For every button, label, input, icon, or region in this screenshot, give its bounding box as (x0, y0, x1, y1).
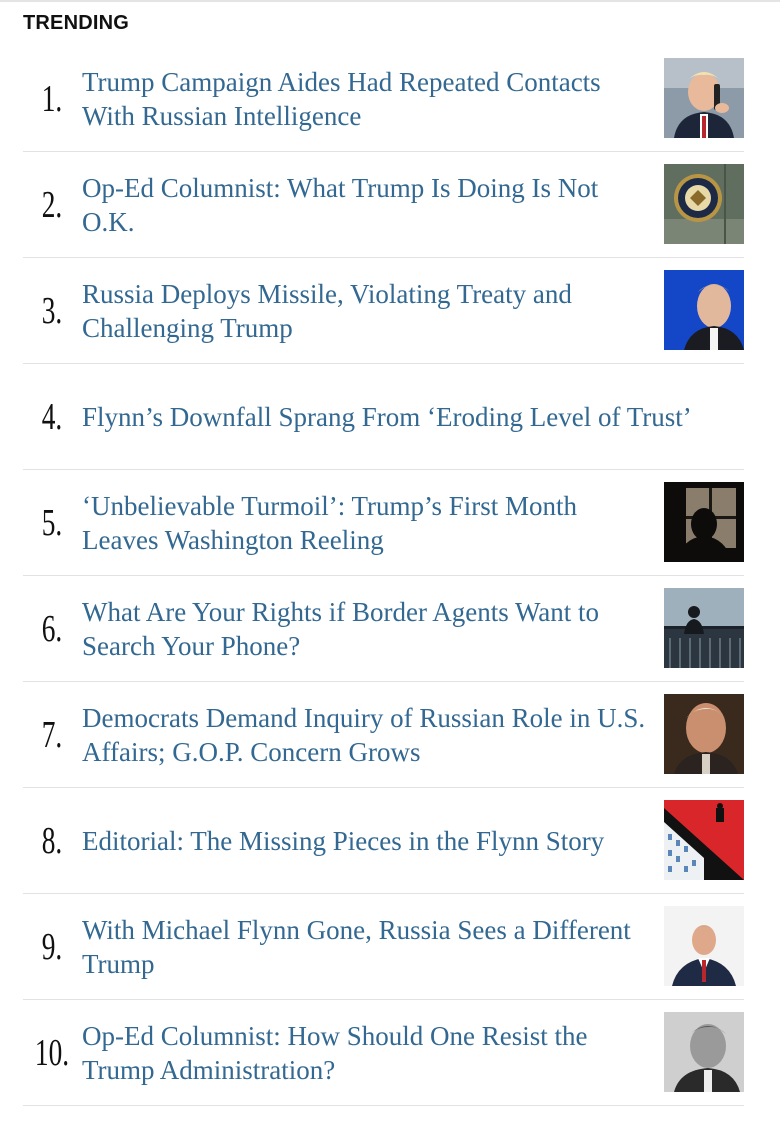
rank-number: 4. (41, 395, 63, 438)
thumbnail-image[interactable] (664, 1012, 744, 1092)
rank-number: 10. (34, 1031, 70, 1074)
headline-link[interactable]: Op-Ed Columnist: How Should One Resist t… (82, 1000, 657, 1105)
thumbnail-image[interactable] (664, 270, 744, 350)
list-item: 3. Russia Deploys Missile, Violating Tre… (23, 258, 744, 364)
headline-link[interactable]: Editorial: The Missing Pieces in the Fly… (82, 788, 657, 893)
thumbnail-image[interactable] (664, 800, 744, 880)
headline-link[interactable]: Trump Campaign Aides Had Repeated Contac… (82, 46, 657, 151)
rank-number: 2. (41, 183, 63, 226)
headline-link[interactable]: Flynn’s Downfall Sprang From ‘Eroding Le… (82, 364, 732, 469)
thumbnail-image[interactable] (664, 588, 744, 668)
list-item: 2. Op-Ed Columnist: What Trump Is Doing … (23, 152, 744, 258)
rank-number: 1. (41, 77, 63, 120)
list-item: 9. With Michael Flynn Gone, Russia Sees … (23, 894, 744, 1000)
rank-number: 7. (41, 713, 63, 756)
top-divider (0, 0, 780, 2)
section-title: TRENDING (23, 12, 130, 34)
rank-number: 5. (41, 501, 63, 544)
headline-link[interactable]: ‘Unbelievable Turmoil’: Trump’s First Mo… (82, 470, 657, 575)
headline-link[interactable]: Democrats Demand Inquiry of Russian Role… (82, 682, 657, 787)
list-item: 10. Op-Ed Columnist: How Should One Resi… (23, 1000, 744, 1106)
thumbnail-image[interactable] (664, 164, 744, 244)
list-item: 7. Democrats Demand Inquiry of Russian R… (23, 682, 744, 788)
thumbnail-image[interactable] (664, 906, 744, 986)
list-item: 1. Trump Campaign Aides Had Repeated Con… (23, 46, 744, 152)
list-item: 4. Flynn’s Downfall Sprang From ‘Eroding… (23, 364, 744, 470)
headline-link[interactable]: With Michael Flynn Gone, Russia Sees a D… (82, 894, 657, 999)
rank-number: 8. (41, 819, 63, 862)
rank-number: 9. (41, 925, 63, 968)
list-item: 5. ‘Unbelievable Turmoil’: Trump’s First… (23, 470, 744, 576)
headline-link[interactable]: What Are Your Rights if Border Agents Wa… (82, 576, 657, 681)
headline-link[interactable]: Russia Deploys Missile, Violating Treaty… (82, 258, 657, 363)
list-item: 6. What Are Your Rights if Border Agents… (23, 576, 744, 682)
thumbnail-image[interactable] (664, 694, 744, 774)
rank-number: 3. (41, 289, 63, 332)
thumbnail-image[interactable] (664, 58, 744, 138)
headline-link[interactable]: Op-Ed Columnist: What Trump Is Doing Is … (82, 152, 657, 257)
trending-list: 1. Trump Campaign Aides Had Repeated Con… (23, 46, 744, 1106)
rank-number: 6. (41, 607, 63, 650)
thumbnail-image[interactable] (664, 482, 744, 562)
list-item: 8. Editorial: The Missing Pieces in the … (23, 788, 744, 894)
